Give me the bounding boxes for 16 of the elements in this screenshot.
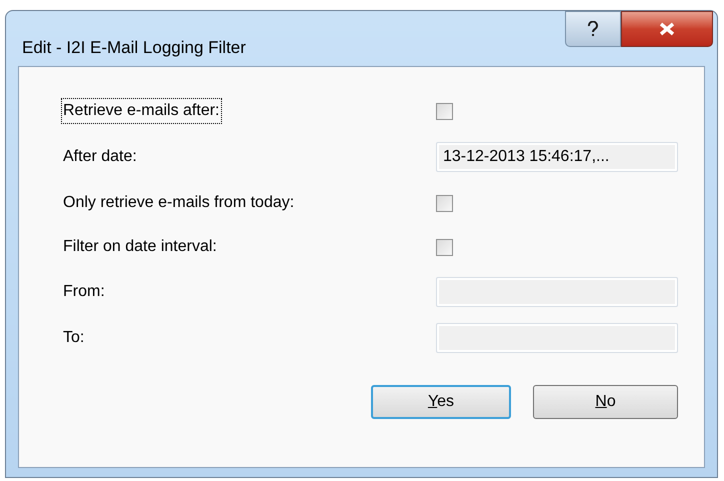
field-label: Only retrieve e-mails from today: [62,193,296,213]
field-label: To: [62,328,86,348]
field-label: Retrieve e-mails after: [61,98,222,124]
window-title: Edit - I2I E-Mail Logging Filter [22,37,246,59]
close-icon [658,22,676,36]
checkbox[interactable] [436,238,453,256]
close-button[interactable] [621,11,713,47]
dialog-button[interactable]: No [533,385,678,419]
field-label: Filter on date interval: [62,237,218,257]
checkbox[interactable] [436,102,453,120]
field-label: From: [62,282,106,302]
help-icon [587,21,599,37]
dialog-button[interactable]: Yes [371,385,511,419]
help-button[interactable] [565,11,621,47]
field-label: After date: [62,147,138,167]
checkbox[interactable] [436,194,453,212]
